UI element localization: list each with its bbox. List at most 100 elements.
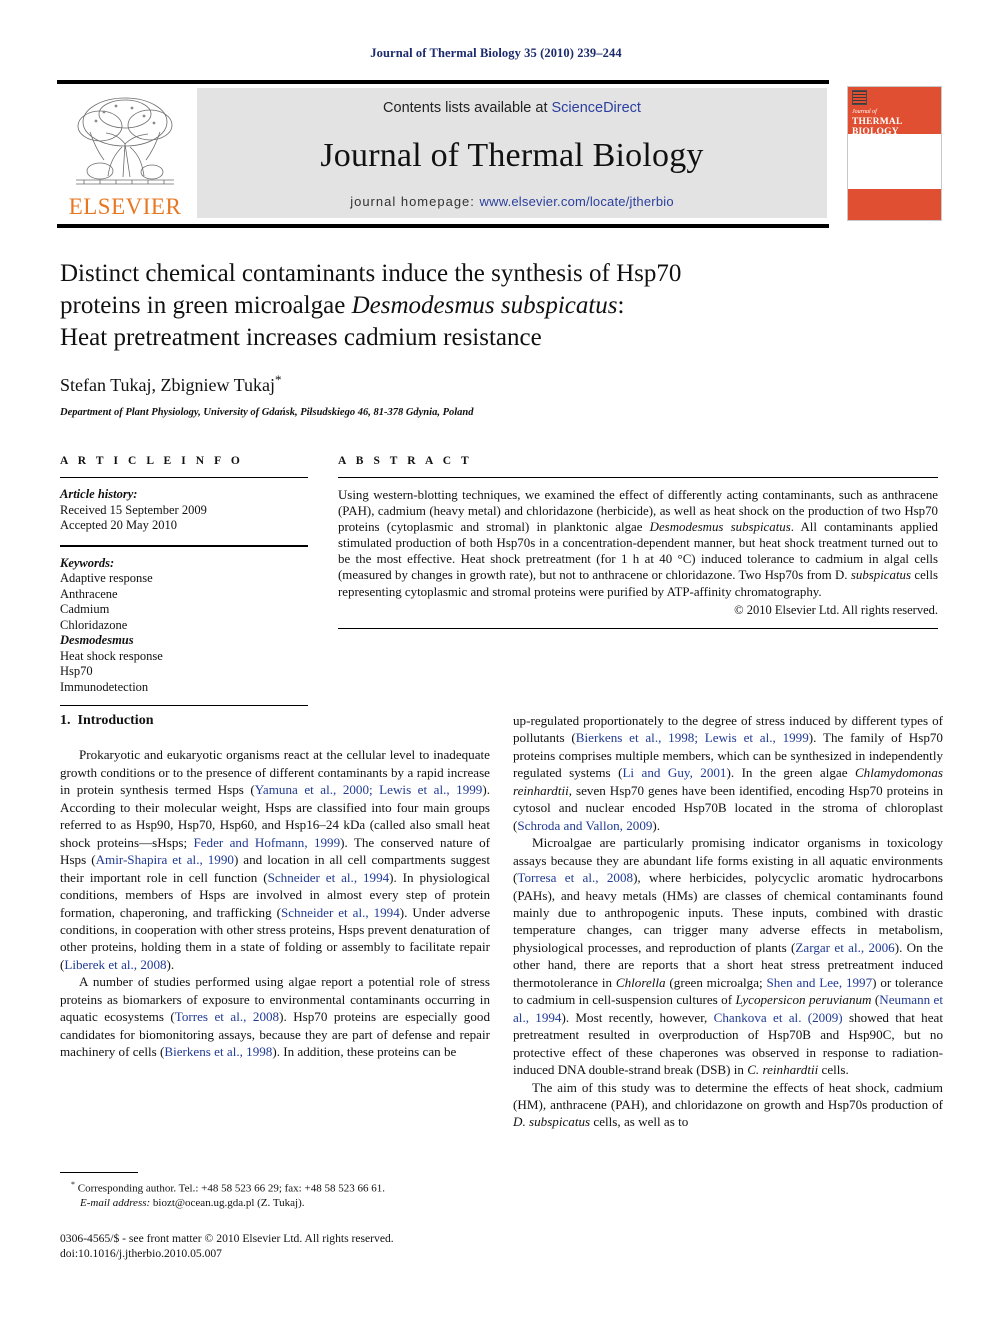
citation-link[interactable]: Bierkens et al., 1998; Lewis et al., 199…	[576, 730, 809, 745]
elsevier-tree-icon	[70, 92, 180, 194]
masthead-bottom-rule	[57, 224, 829, 228]
page-title: Distinct chemical contaminants induce th…	[60, 258, 940, 354]
article-info-panel: A R T I C L E I N F O Article history: R…	[60, 455, 308, 715]
citation-link[interactable]: Amir-Shapira et al., 1990	[96, 852, 234, 867]
section-title: Introduction	[77, 713, 154, 728]
keyword-item: Hsp70	[60, 664, 93, 678]
title-line-2-prefix: proteins in green microalgae	[60, 292, 352, 319]
article-title-block: Distinct chemical contaminants induce th…	[60, 258, 940, 418]
text-run: ). In the green algae	[726, 765, 855, 781]
author-list: Stefan Tukaj, Zbigniew Tukaj*	[60, 372, 940, 396]
title-line-1: Distinct chemical contaminants induce th…	[60, 260, 682, 287]
abstract-species-1: Desmodesmus subspicatus	[649, 520, 791, 535]
text-run: ).	[652, 817, 661, 833]
article-history-block: Article history: Received 15 September 2…	[60, 487, 308, 534]
journal-cover-mini-logo-icon	[852, 90, 867, 105]
journal-article-page: Journal of Thermal Biology 35 (2010) 239…	[0, 0, 992, 1323]
abstract-text: Using western-blotting techniques, we ex…	[338, 487, 938, 600]
article-info-divider-top	[60, 477, 308, 478]
citation-link[interactable]: Chankova et al. (2009)	[714, 1010, 843, 1025]
text-run: The aim of this study was to determine t…	[513, 1079, 943, 1112]
citation-link[interactable]: Li and Guy, 2001	[622, 765, 726, 780]
elsevier-logo: ELSEVIER	[61, 88, 189, 218]
species-name: Lycopersicon peruvianum	[735, 992, 872, 1008]
abstract-species-2: subspicatus	[850, 568, 912, 583]
keywords-label: Keywords:	[60, 555, 115, 570]
citation-link[interactable]: Schroda and Vallon, 2009	[517, 818, 652, 833]
article-info-divider-middle	[60, 544, 308, 547]
paragraph: Microalgae are particularly promising in…	[513, 834, 943, 1078]
text-run: cells.	[818, 1062, 849, 1078]
citation-link[interactable]: Yamuna et al., 2000; Lewis et al., 1999	[255, 782, 483, 797]
cover-bottom-band	[848, 189, 941, 220]
cover-journal-name: THERMAL BIOLOGY	[852, 117, 902, 137]
journal-title: Journal of Thermal Biology	[320, 136, 704, 174]
page-footer: 0306-4565/$ - see front matter © 2010 El…	[60, 1232, 530, 1261]
keyword-item: Anthracene	[60, 586, 118, 601]
journal-homepage-line: journal homepage: www.elsevier.com/locat…	[350, 194, 674, 209]
journal-cover-thumbnail: Journal of THERMAL BIOLOGY	[847, 86, 942, 221]
cover-journal-of-label: Journal of	[852, 109, 877, 115]
species-name: C. reinhardtii	[747, 1062, 819, 1078]
journal-masthead: ELSEVIER Contents lists available at Sci…	[57, 80, 942, 228]
cover-middle-panel	[848, 134, 941, 189]
keyword-item: Chloridazone	[60, 617, 128, 632]
citation-link[interactable]: Schneider et al., 1994	[268, 870, 390, 885]
abstract-panel: A B S T R A C T Using western-blotting t…	[338, 455, 938, 638]
article-accepted-date: Accepted 20 May 2010	[60, 518, 177, 532]
keyword-item: Cadmium	[60, 602, 110, 616]
citation-link[interactable]: Torres et al., 2008	[175, 1009, 279, 1024]
running-head: Journal of Thermal Biology 35 (2010) 239…	[370, 46, 622, 60]
title-line-3: Heat pretreatment increases cadmium resi…	[60, 324, 542, 351]
citation-link[interactable]: Liberek et al., 2008	[64, 957, 166, 972]
footnote-line-2: E-mail address: biozt@ocean.ug.gda.pl (Z…	[60, 1196, 500, 1210]
article-received-date: Received 15 September 2009	[60, 502, 207, 517]
article-history-label: Article history:	[60, 487, 138, 501]
text-run: (green microalga;	[665, 974, 767, 990]
section-number: 1.	[60, 713, 71, 728]
contents-lists-prefix: Contents lists available at	[383, 99, 552, 116]
keywords-block: Keywords: Adaptive response Anthracene C…	[60, 556, 308, 696]
sciencedirect-link[interactable]: ScienceDirect	[552, 100, 641, 116]
journal-banner: Contents lists available at ScienceDirec…	[197, 88, 827, 218]
author-names: Stefan Tukaj, Zbigniew Tukaj	[60, 375, 276, 395]
title-species-name: Desmodesmus subspicatus	[351, 292, 618, 319]
citation-link[interactable]: Schneider et al., 1994	[281, 905, 400, 920]
email-address-value[interactable]: biozt@ocean.ug.gda.pl (Z. Tukaj).	[150, 1197, 305, 1209]
corresponding-author-marker: *	[275, 372, 282, 387]
email-address-label: E-mail address:	[80, 1196, 151, 1209]
citation-link[interactable]: Feder and Hofmann, 1999	[193, 835, 340, 850]
citation-link[interactable]: Zargar et al., 2006	[795, 940, 894, 955]
citation-link[interactable]: Shen and Lee, 1997	[767, 975, 873, 990]
paragraph: The aim of this study was to determine t…	[513, 1079, 943, 1131]
masthead-top-rule	[57, 80, 829, 84]
abstract-divider-bottom	[338, 627, 938, 629]
keyword-item: Immunodetection	[60, 679, 149, 694]
elsevier-wordmark: ELSEVIER	[68, 194, 182, 219]
text-run: ).	[166, 956, 175, 972]
body-column-left: 1. Introduction Prokaryotic and eukaryoti…	[60, 712, 490, 1061]
section-heading-introduction: 1. Introduction	[60, 712, 490, 729]
text-run: cells, as well as to	[590, 1114, 689, 1130]
text-run: ). In addition, these proteins can be	[272, 1044, 457, 1060]
citation-link[interactable]: Torresa et al., 2008	[517, 870, 633, 885]
citation-link[interactable]: Bierkens et al., 1998	[164, 1044, 272, 1059]
abstract-heading: A B S T R A C T	[338, 455, 473, 467]
homepage-label: journal homepage:	[350, 193, 480, 209]
paragraph: up-regulated proportionately to the degr…	[513, 712, 943, 834]
abstract-divider-top	[338, 477, 938, 478]
journal-homepage-link[interactable]: www.elsevier.com/locate/jtherbio	[480, 194, 674, 209]
cover-top-band: Journal of THERMAL BIOLOGY	[848, 87, 941, 137]
contents-lists-line: Contents lists available at ScienceDirec…	[383, 100, 641, 116]
footnote-rule	[60, 1172, 138, 1173]
abstract-copyright: © 2010 Elsevier Ltd. All rights reserved…	[734, 602, 938, 617]
keyword-item: Desmodesmus	[60, 633, 134, 647]
body-column-right: up-regulated proportionately to the degr…	[513, 712, 943, 1131]
corresponding-author-footnote: * Corresponding author. Tel.: +48 58 523…	[60, 1178, 500, 1210]
article-info-heading: A R T I C L E I N F O	[60, 455, 244, 467]
keyword-item: Heat shock response	[60, 648, 163, 663]
author-affiliation: Department of Plant Physiology, Universi…	[60, 407, 474, 418]
footnote-line-1: * Corresponding author. Tel.: +48 58 523…	[60, 1178, 500, 1196]
keyword-item: Adaptive response	[60, 571, 153, 585]
species-name: D. subspicatus	[513, 1114, 591, 1130]
